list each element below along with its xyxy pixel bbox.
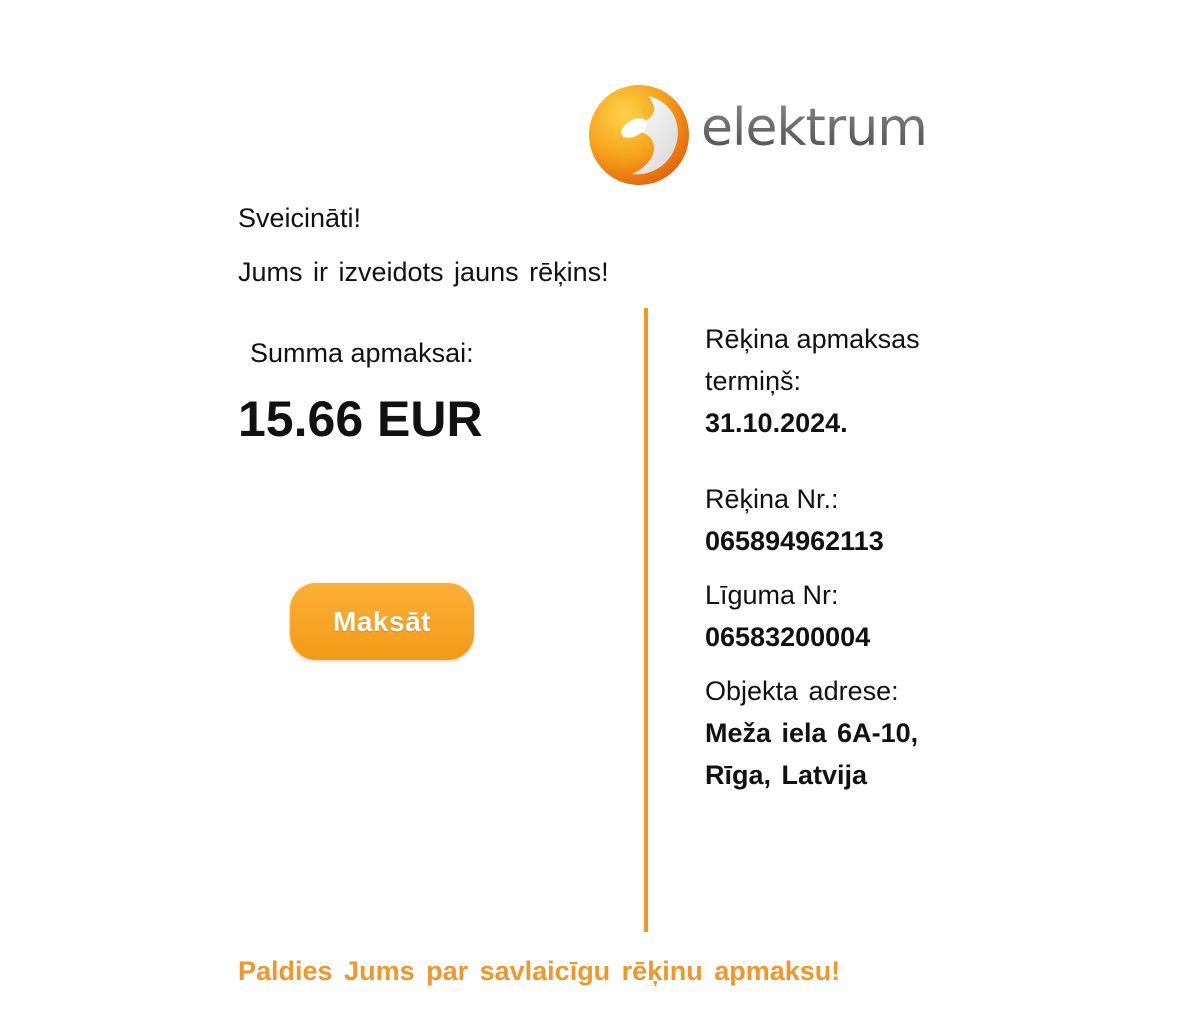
- contract-number-block: Līguma Nr: 06583200004: [705, 574, 925, 658]
- intro-text: Jums ir izveidots jauns rēķins!: [238, 257, 609, 287]
- logo-wordmark: elektrum: [701, 98, 928, 158]
- invoice-email: elektrum Sveicināti! Jums ir izveidots j…: [0, 0, 1179, 1021]
- address-label: Objekta adrese:: [705, 676, 899, 706]
- address-block: Objekta adrese: Meža iela 6A-10, Rīga, L…: [705, 670, 925, 796]
- invoice-number-value: 065894962113: [705, 526, 884, 556]
- vertical-divider: [644, 308, 648, 932]
- pay-button[interactable]: Maksāt: [290, 583, 474, 660]
- invoice-number-block: Rēķina Nr.: 065894962113: [705, 478, 925, 562]
- due-date-label: Rēķina apmaksas termiņš:: [705, 324, 920, 396]
- elektrum-swirl-logo-icon: [589, 85, 689, 185]
- due-date-block: Rēķina apmaksas termiņš: 31.10.2024.: [705, 318, 925, 444]
- contract-number-value: 06583200004: [705, 622, 871, 652]
- invoice-number-label: Rēķina Nr.:: [705, 484, 839, 514]
- elektrum-logo: elektrum: [588, 84, 928, 188]
- address-value: Meža iela 6A-10, Rīga, Latvija: [705, 718, 919, 790]
- amount-label: Summa apmaksai:: [250, 338, 474, 368]
- due-date-value: 31.10.2024.: [705, 408, 848, 438]
- contract-number-label: Līguma Nr:: [705, 580, 839, 610]
- greeting-text: Sveicināti!: [238, 203, 362, 233]
- thanks-message: Paldies Jums par savlaicīgu rēķinu apmak…: [238, 956, 841, 986]
- invoice-details: Rēķina apmaksas termiņš: 31.10.2024. Rēķ…: [705, 318, 925, 796]
- amount-value: 15.66 EUR: [238, 391, 483, 447]
